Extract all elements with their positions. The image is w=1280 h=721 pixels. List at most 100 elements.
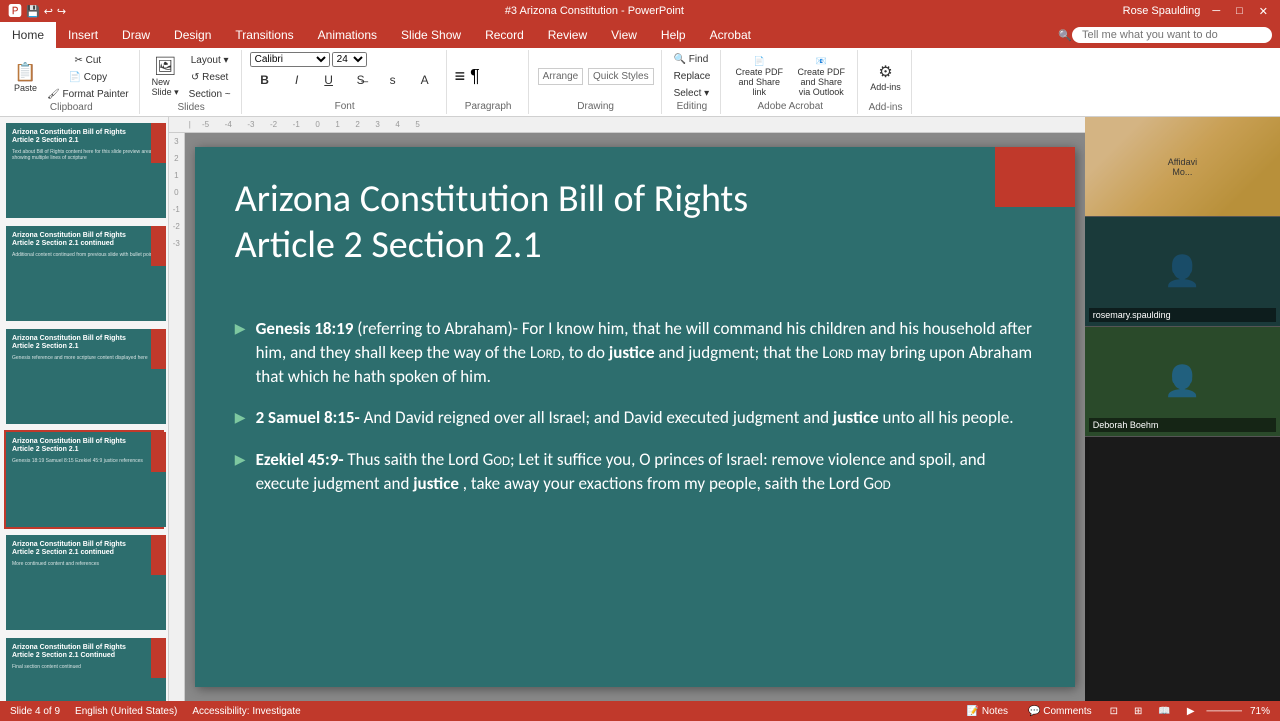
section-button[interactable]: Section ~ — [185, 87, 235, 102]
canvas-and-vruler: 3210-1-2-3 Arizona Constitution Bill of … — [169, 133, 1085, 701]
tab-insert[interactable]: Insert — [56, 22, 110, 48]
slide-title[interactable]: Arizona Constitution Bill of Rights Arti… — [235, 177, 995, 268]
tab-review[interactable]: Review — [536, 22, 599, 48]
editing-group-content: 🔍 Find Replace Select ▾ — [670, 52, 715, 101]
pdf-icon: 📄 — [754, 56, 765, 67]
rosemary-label: rosemary.spaulding — [1089, 308, 1276, 322]
cut-button[interactable]: ✂ Cut — [43, 53, 133, 68]
slide-info: Slide 4 of 9 — [10, 706, 60, 717]
tab-draw[interactable]: Draw — [110, 22, 162, 48]
arrange-button[interactable]: Arrange — [538, 68, 584, 85]
tab-animations[interactable]: Animations — [306, 22, 389, 48]
tab-view[interactable]: View — [599, 22, 649, 48]
slide-thumb-3[interactable]: 3 Arizona Constitution Bill of RightsArt… — [4, 327, 164, 426]
editing-label: Editing — [670, 101, 715, 112]
slide-thumb-5[interactable]: 5 Arizona Constitution Bill of RightsArt… — [4, 533, 164, 632]
save-icon[interactable]: 💾 — [26, 5, 40, 18]
video-thumb-2[interactable]: 👤 rosemary.spaulding — [1085, 217, 1280, 327]
slide-inner-3: Arizona Constitution Bill of RightsArtic… — [6, 329, 166, 424]
create-pdf-outlook-button[interactable]: 📧 Create PDF and Share via Outlook — [791, 54, 851, 99]
slide-red-3 — [151, 329, 166, 369]
video-bg-3: 👤 Deborah Boehm — [1085, 327, 1280, 436]
person-silhouette-2: 👤 — [1164, 364, 1201, 399]
slide-text-1: Text about Bill of Rights content here f… — [12, 149, 160, 162]
slideshow-button[interactable]: ▶ — [1183, 706, 1199, 717]
new-slide-button[interactable]: 🖼 NewSlide ▾ — [148, 52, 183, 102]
ruler-horizontal: | -5 -4 -3 -2 -1 0 1 2 3 4 5 — [169, 117, 1085, 133]
slide-content-area[interactable]: ▶ Genesis 18:19 (referring to Abraham)- … — [235, 317, 1035, 667]
slide-inner-5: Arizona Constitution Bill of RightsArtic… — [6, 535, 166, 630]
samuel-ref: 2 Samuel 8:15- — [256, 407, 360, 428]
zoom-level: 71% — [1250, 706, 1270, 717]
comments-button[interactable]: 💬 Comments — [1022, 706, 1098, 717]
slide-title-line1: Arizona Constitution Bill of Rights — [235, 176, 748, 222]
paste-button[interactable]: 📋 Paste — [10, 52, 41, 102]
main-area: 1 Arizona Constitution Bill of RightsArt… — [0, 117, 1280, 701]
slide-thumb-1[interactable]: 1 Arizona Constitution Bill of RightsArt… — [4, 121, 164, 220]
underline-button[interactable]: U — [314, 71, 344, 89]
user-name: Rose Spaulding — [1123, 5, 1201, 17]
tab-design[interactable]: Design — [162, 22, 223, 48]
undo-icon[interactable]: ↩ — [44, 5, 53, 18]
search-area[interactable]: 🔍 — [1050, 22, 1280, 48]
reset-button[interactable]: ↺ Reset — [185, 70, 235, 85]
editing-group: 🔍 Find Replace Select ▾ Editing — [664, 50, 722, 114]
replace-button[interactable]: Replace — [670, 69, 715, 84]
strikethrough-button[interactable]: S̶ — [346, 71, 376, 89]
adobe-group-content: 📄 Create PDF and Share link 📧 Create PDF… — [729, 52, 851, 101]
italic-button[interactable]: I — [282, 71, 312, 89]
video-thumb-3[interactable]: 👤 Deborah Boehm — [1085, 327, 1280, 437]
slide-inner-1: Arizona Constitution Bill of RightsArtic… — [6, 123, 166, 218]
create-pdf-share-link-button[interactable]: 📄 Create PDF and Share link — [729, 54, 789, 99]
reading-view-button[interactable]: 📖 — [1154, 706, 1174, 717]
paragraph-group: ≡ ¶ Paragraph — [449, 50, 529, 114]
tab-record[interactable]: Record — [473, 22, 536, 48]
drawing-label: Drawing — [537, 101, 655, 112]
ribbon-content: 📋 Paste ✂ Cut 📄 Copy 🖌 Format Painter Cl… — [0, 48, 1280, 116]
paste-icon: 📋 — [14, 62, 36, 83]
samuel-text-after: unto all his people. — [883, 407, 1014, 428]
notes-button[interactable]: 📝 Notes — [961, 706, 1014, 717]
layout-button[interactable]: Layout ▾ — [185, 53, 235, 68]
slide-sorter-button[interactable]: ⊞ — [1130, 706, 1146, 717]
bullet-item-1: ▶ Genesis 18:19 (referring to Abraham)- … — [235, 317, 1035, 388]
drawing-group: Arrange Quick Styles Drawing — [531, 50, 662, 114]
bold-button[interactable]: B — [250, 71, 280, 89]
close-button[interactable]: ✕ — [1255, 5, 1272, 18]
qat-area[interactable]: 🅿 💾 ↩ ↪ — [8, 1, 66, 21]
tab-home[interactable]: Home — [0, 22, 56, 48]
bullet-arrow-1: ▶ — [235, 319, 246, 339]
slide-canvas[interactable]: Arizona Constitution Bill of Rights Arti… — [195, 147, 1075, 687]
ruler-vertical: 3210-1-2-3 — [169, 133, 185, 701]
quick-styles-button[interactable]: Quick Styles — [588, 68, 654, 85]
maximize-button[interactable]: □ — [1232, 5, 1247, 17]
tab-acrobat[interactable]: Acrobat — [698, 22, 763, 48]
tab-transitions[interactable]: Transitions — [223, 22, 305, 48]
copy-button[interactable]: 📄 Copy — [43, 70, 133, 85]
shadow-button[interactable]: s — [378, 71, 408, 89]
font-size-select[interactable]: 24 — [332, 52, 367, 67]
canvas-wrapper: | -5 -4 -3 -2 -1 0 1 2 3 4 5 3210-1-2-3 — [169, 117, 1085, 701]
minimize-button[interactable]: ─ — [1208, 5, 1224, 17]
find-button[interactable]: 🔍 Find — [670, 52, 713, 67]
slide-thumb-6[interactable]: 6 Arizona Constitution Bill of RightsArt… — [4, 636, 164, 701]
font-color-button[interactable]: A — [410, 71, 440, 89]
video-thumb-1[interactable]: AffidaviMo... — [1085, 117, 1280, 217]
drawing-group-content: Arrange Quick Styles — [537, 52, 655, 101]
tab-slideshow[interactable]: Slide Show — [389, 22, 473, 48]
format-painter-button[interactable]: 🖌 Format Painter — [43, 87, 133, 102]
tab-help[interactable]: Help — [649, 22, 698, 48]
zoom-slider-area[interactable]: ───── — [1207, 706, 1242, 717]
font-name-select[interactable]: Calibri — [250, 52, 330, 67]
slide-title-1: Arizona Constitution Bill of RightsArtic… — [12, 129, 160, 146]
accessibility-info[interactable]: Accessibility: Investigate — [192, 706, 300, 717]
slide-thumb-2[interactable]: 2 Arizona Constitution Bill of RightsArt… — [4, 224, 164, 323]
slide-thumb-4[interactable]: 4 Arizona Constitution Bill of RightsArt… — [4, 430, 164, 529]
select-button[interactable]: Select ▾ — [670, 86, 714, 101]
normal-view-button[interactable]: ⊡ — [1106, 706, 1122, 717]
addins-button[interactable]: ⚙ Add-ins — [866, 52, 905, 102]
language-info[interactable]: English (United States) — [75, 706, 177, 717]
redo-icon[interactable]: ↪ — [57, 5, 66, 18]
paragraph-group-content: ≡ ¶ — [455, 52, 522, 101]
search-input[interactable] — [1072, 27, 1272, 43]
